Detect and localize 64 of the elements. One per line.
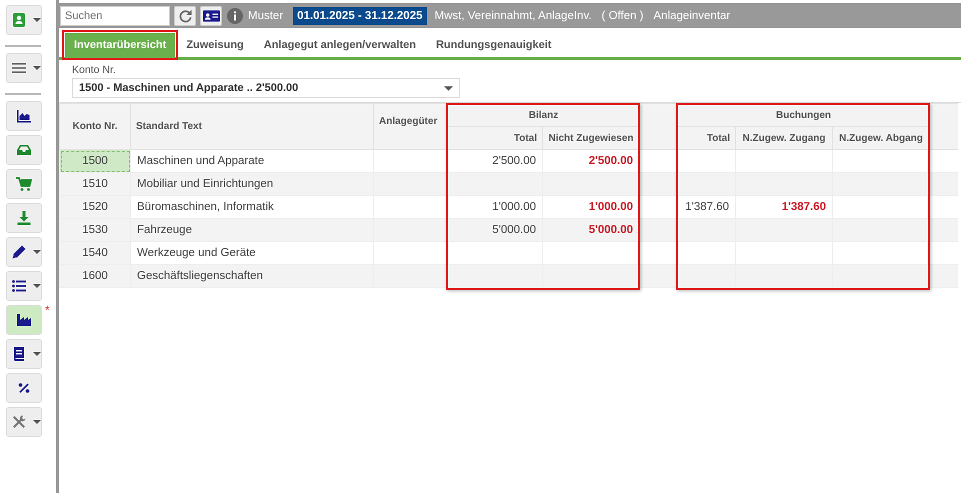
caret-icon [33,66,41,70]
tray-icon [16,142,32,158]
sidebar-button[interactable] [6,237,42,267]
table-cell: 1510 [60,172,130,196]
table-cell: 5'000.00 [542,218,640,242]
id-card-icon [202,10,220,22]
factory-icon [16,312,32,328]
module-label: Anlageinventar [654,10,730,22]
column-header: Total [448,126,542,150]
id-card-button[interactable] [200,6,222,26]
sidebar-button[interactable] [6,373,42,403]
tab[interactable]: Rundungsgenauigkeit [426,33,560,57]
table-cell: Fahrzeuge [130,218,374,242]
menu-icon [11,60,27,76]
caret-icon [33,352,41,356]
sidebar-button[interactable] [6,271,42,301]
info-icon [227,8,243,24]
refresh-icon [178,8,192,23]
cart-icon [16,176,32,192]
column-header: N.Zugew. Abgang [832,126,930,150]
table-cell: 1530 [60,218,130,242]
table-cell: 1520 [60,196,130,218]
chart-icon [16,108,32,124]
status-label: ( Offen ) [602,10,644,22]
tab[interactable]: Zuweisung [177,33,253,57]
tab[interactable]: Anlagegut anlegen/verwalten [254,33,425,57]
table-cell: Mobiliar und Einrichtungen [130,172,374,196]
field-label: Konto Nr. [72,64,117,76]
contact-icon [11,12,27,28]
pencil-icon [11,244,27,260]
list-icon [11,278,27,294]
caret-icon [33,250,41,254]
settings-label: Mwst, Vereinnahmt, AnlageInv. [434,10,592,22]
download-icon [16,210,32,226]
caret-icon [33,420,41,424]
asterisk-mark-label: * [45,303,50,317]
info-button[interactable] [226,6,244,26]
search-field[interactable]: Suchen [60,6,170,26]
column-header: Anlagegüter [374,104,448,150]
sidebar-button[interactable] [6,101,42,131]
refresh-button[interactable] [174,6,196,26]
book-icon [11,346,27,362]
group-header: Bilanz [448,104,640,126]
percent-icon [16,380,32,396]
column-header: Nicht Zugewiesen [542,126,640,150]
column-header: Total [678,126,736,150]
table-cell: 1600 [60,264,130,288]
column-header: Standard Text [130,104,374,150]
table-cell: Geschäftsliegenschaften [130,264,374,288]
column-header: Konto Nr. [60,104,130,150]
table-cell: 1540 [60,242,130,264]
company-label: Muster [248,10,284,22]
table-cell: 5'000.00 [448,218,542,242]
group-header: Buchungen [678,104,930,126]
table-cell: 1500 [60,150,130,172]
caret-icon [444,86,453,90]
account-dropdown[interactable]: 1500 - Maschinen und Apparate .. 2'500.00 [72,78,460,98]
caret-icon [33,284,41,288]
tools-icon [11,414,27,430]
column-header: N.Zugew. Zugang [736,126,833,150]
sidebar-button[interactable] [6,339,42,369]
sidebar-button[interactable] [6,305,42,335]
caret-icon [33,18,41,22]
period-badge: 01.01.2025 - 31.12.2025 [293,6,426,24]
